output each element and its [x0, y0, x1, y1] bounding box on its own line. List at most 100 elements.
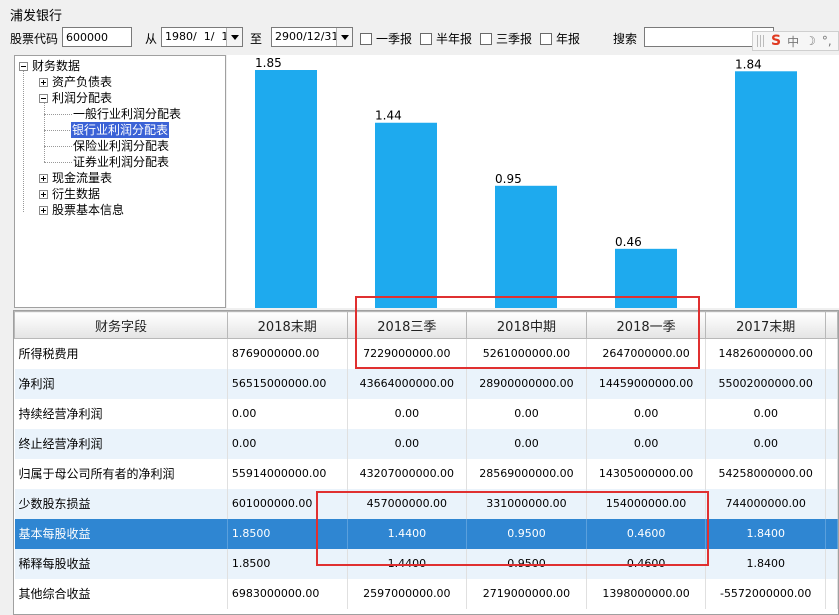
table-cell: 0.00 [586, 398, 707, 429]
row-filler [825, 548, 838, 579]
table-cell: 28900000000.00 [466, 368, 587, 399]
expand-icon[interactable] [39, 189, 48, 199]
row-field-name: 基本每股收益 [14, 518, 228, 549]
table-cell: 55914000000.00 [227, 458, 348, 489]
row-field-name: 净利润 [14, 368, 228, 399]
checkbox-half-year-report[interactable]: 半年报 [420, 30, 472, 47]
row-filler [825, 428, 838, 459]
checkbox-box[interactable] [360, 32, 372, 45]
table-row[interactable]: 归属于母公司所有者的净利润 55914000000.00 43207000000.0… [14, 458, 838, 489]
tree-node-bank-income[interactable]: 银行业利润分配表 [71, 122, 170, 138]
tree-node-insurance-income[interactable]: 保险业利润分配表 [73, 138, 169, 154]
table-cell: 0.00 [227, 428, 348, 459]
table-cell: 1.8400 [705, 548, 827, 579]
chevron-down-icon[interactable] [336, 28, 352, 46]
row-filler [825, 488, 838, 519]
from-label: 从 [145, 32, 158, 46]
window-title: 浦发银行 [10, 9, 63, 24]
table-cell: 0.00 [705, 428, 827, 459]
stock-code-input[interactable] [62, 27, 132, 47]
chart-bar [735, 71, 797, 308]
row-field-name: 少数股东损益 [14, 488, 228, 519]
table-cell: 2719000000.00 [466, 578, 587, 609]
annotation-box-tax [355, 296, 700, 369]
tree-node-stock-info[interactable]: 股票基本信息 [39, 202, 124, 218]
tree-node-income-statement[interactable]: 利润分配表 [39, 90, 112, 106]
collapse-icon[interactable] [19, 61, 28, 71]
tree-node-cash-flow[interactable]: 现金流量表 [39, 170, 112, 186]
table-cell: 744000000.00 [705, 488, 827, 519]
table-cell: -5572000000.00 [705, 578, 827, 609]
table-cell: 14305000000.00 [586, 458, 707, 489]
checkbox-box[interactable] [480, 32, 492, 45]
checkbox-label: 半年报 [436, 32, 473, 46]
table-row[interactable]: 终止经营净利润 0.00 0.00 0.00 0.00 0.00 [14, 428, 838, 459]
tree-node-general-income[interactable]: 一般行业利润分配表 [73, 106, 181, 122]
row-field-name: 所得税费用 [14, 338, 228, 369]
tree-node-label: 股票基本信息 [52, 203, 125, 217]
navigation-tree: 财务数据 资产负债表 利润分配表 一般行业利润分配表 银行业利润分配表 保险业利… [14, 55, 226, 308]
table-cell: 1398000000.00 [586, 578, 707, 609]
column-header-filler [825, 311, 838, 339]
chart-data-label: 0.95 [495, 172, 522, 186]
chart-data-label: 1.44 [375, 109, 402, 123]
table-row[interactable]: 持续经营净利润 0.00 0.00 0.00 0.00 0.00 [14, 398, 838, 429]
table-cell: 0.00 [347, 398, 468, 429]
chevron-down-icon[interactable] [226, 28, 242, 46]
column-header[interactable]: 2017末期 [705, 311, 827, 339]
table-cell: 0.00 [466, 428, 587, 459]
expand-icon[interactable] [39, 77, 48, 87]
to-label: 至 [250, 32, 263, 46]
expand-icon[interactable] [39, 173, 48, 183]
column-header-field[interactable]: 财务字段 [14, 311, 228, 339]
table-cell: 0.00 [466, 398, 587, 429]
collapse-icon[interactable] [39, 93, 48, 103]
to-date-picker[interactable]: 2900/12/31 [271, 27, 353, 47]
eps-bar-chart: 1.85 1.44 0.95 0.46 1.84 [227, 55, 839, 308]
tree-node-label: 利润分配表 [52, 91, 113, 105]
tree-node-financial-data[interactable]: 财务数据 [19, 58, 80, 74]
checkbox-q3-report[interactable]: 三季报 [480, 30, 532, 47]
column-header[interactable]: 2018末期 [226, 311, 348, 339]
table-cell: 14459000000.00 [586, 368, 707, 399]
table-cell: 0.00 [227, 398, 348, 429]
table-cell: 43207000000.00 [347, 458, 468, 489]
checkbox-label: 一季报 [376, 32, 413, 46]
row-field-name: 稀释每股收益 [14, 548, 228, 579]
punctuation-icon[interactable]: °, [822, 34, 832, 48]
table-cell: 2597000000.00 [347, 578, 468, 609]
moon-icon[interactable]: ☽ [805, 34, 816, 48]
table-cell: 0.00 [705, 398, 827, 429]
checkbox-box[interactable] [420, 32, 432, 45]
ime-toolbar[interactable]: S 中 ☽ °, [752, 31, 839, 51]
checkbox-q1-report[interactable]: 一季报 [360, 30, 412, 47]
row-field-name: 终止经营净利润 [14, 428, 228, 459]
ime-mode[interactable]: 中 [787, 33, 799, 50]
toolbar: 股票代码 从 1980/ 1/ 1 至 2900/12/31 一季报 半年报 三… [0, 24, 839, 52]
stock-code-label: 股票代码 [10, 32, 59, 46]
tree-node-label: 保险业利润分配表 [73, 139, 170, 153]
bar-chart-svg: 1.85 1.44 0.95 0.46 1.84 [255, 56, 797, 308]
table-cell: 0.00 [347, 428, 468, 459]
row-filler [825, 518, 838, 549]
row-filler [825, 398, 838, 429]
chart-data-label: 1.85 [255, 56, 282, 70]
tree-node-securities-income[interactable]: 证券业利润分配表 [73, 154, 169, 170]
grip-icon[interactable] [757, 35, 765, 47]
tree-node-label: 银行业利润分配表 [71, 122, 170, 138]
search-label: 搜索 [613, 32, 638, 46]
tree-node-label: 一般行业利润分配表 [73, 107, 182, 121]
expand-icon[interactable] [39, 205, 48, 215]
tree-node-balance-sheet[interactable]: 资产负债表 [39, 74, 112, 90]
checkbox-box[interactable] [540, 32, 552, 45]
table-cell: 56515000000.00 [227, 368, 348, 399]
table-cell: 1.8400 [705, 518, 827, 549]
row-filler [825, 578, 838, 609]
from-date-picker[interactable]: 1980/ 1/ 1 [161, 27, 243, 47]
tree-node-derived-data[interactable]: 衍生数据 [39, 186, 100, 202]
table-row[interactable]: 净利润 56515000000.00 43664000000.00 289000000… [14, 368, 838, 399]
chart-bar [495, 185, 557, 308]
checkbox-annual-report[interactable]: 年报 [540, 30, 580, 47]
table-row[interactable]: 其他综合收益 6983000000.00 2597000000.00 27190000… [14, 578, 838, 609]
table-cell: 55002000000.00 [705, 368, 827, 399]
